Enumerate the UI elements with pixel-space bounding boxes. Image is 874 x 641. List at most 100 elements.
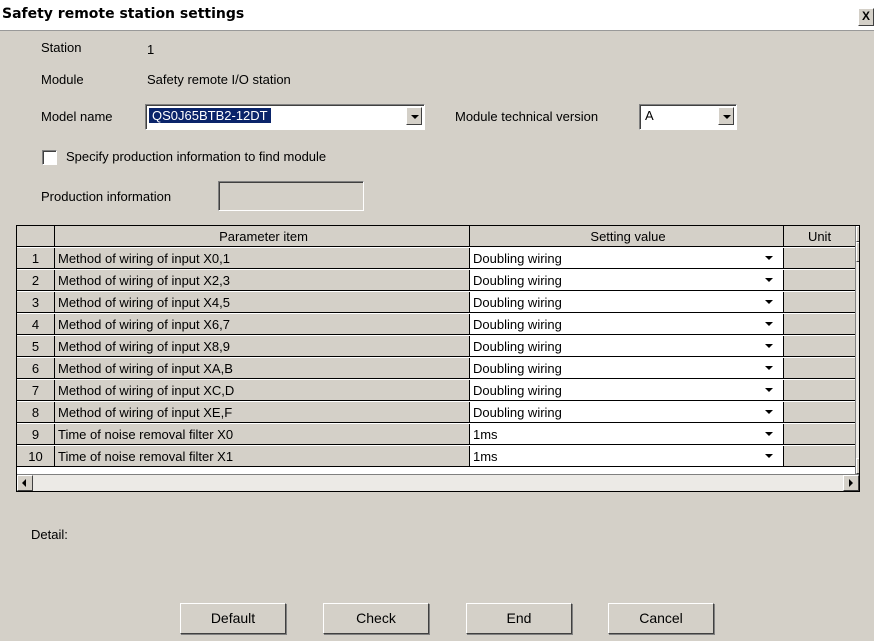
row-setting-dropdown[interactable]: Doubling wiring — [470, 380, 784, 401]
row-setting-dropdown[interactable]: Doubling wiring — [470, 270, 784, 291]
chevron-down-icon[interactable] — [761, 446, 777, 466]
row-setting-value: Doubling wiring — [473, 251, 562, 266]
row-parameter-item: Time of noise removal filter X0 — [55, 424, 470, 445]
chevron-down-icon[interactable] — [406, 107, 422, 125]
module-value: Safety remote I/O station — [147, 72, 291, 87]
row-number: 4 — [17, 314, 55, 335]
scroll-up-icon[interactable] — [856, 226, 859, 242]
chevron-down-icon[interactable] — [761, 336, 777, 356]
row-setting-value: Doubling wiring — [473, 405, 562, 420]
row-parameter-item: Method of wiring of input X4,5 — [55, 292, 470, 313]
close-icon[interactable]: X — [858, 8, 874, 26]
specify-production-checkbox[interactable] — [42, 150, 57, 165]
row-parameter-item: Method of wiring of input X2,3 — [55, 270, 470, 291]
detail-label: Detail: — [31, 527, 68, 542]
table-row[interactable]: 1 Method of wiring of input X0,1 Doublin… — [17, 248, 859, 270]
table-header: Parameter item Setting value Unit — [17, 226, 859, 248]
row-setting-dropdown[interactable]: Doubling wiring — [470, 402, 784, 423]
tech-version-label: Module technical version — [455, 109, 599, 124]
production-info-label: Production information — [41, 189, 172, 204]
row-unit — [784, 248, 856, 269]
table-row[interactable]: 2 Method of wiring of input X2,3 Doublin… — [17, 270, 859, 292]
row-setting-dropdown[interactable]: Doubling wiring — [470, 358, 784, 379]
model-name-dropdown[interactable]: QS0J65BTB2-12DT — [145, 104, 425, 130]
header-unit: Unit — [784, 226, 856, 247]
row-unit — [784, 336, 856, 357]
row-number: 8 — [17, 402, 55, 423]
check-button[interactable]: Check — [323, 603, 429, 634]
row-setting-dropdown[interactable]: Doubling wiring — [470, 292, 784, 313]
default-button[interactable]: Default — [180, 603, 286, 634]
chevron-down-icon[interactable] — [761, 380, 777, 400]
row-unit — [784, 424, 856, 445]
model-name-label: Model name — [41, 109, 113, 124]
row-unit — [784, 270, 856, 291]
scroll-right-icon[interactable] — [843, 475, 859, 491]
row-unit — [784, 446, 856, 467]
row-setting-value: 1ms — [473, 427, 498, 442]
table-row[interactable]: 3 Method of wiring of input X4,5 Doublin… — [17, 292, 859, 314]
row-parameter-item: Method of wiring of input XE,F — [55, 402, 470, 423]
row-setting-dropdown[interactable]: Doubling wiring — [470, 314, 784, 335]
table-row[interactable]: 7 Method of wiring of input XC,D Doublin… — [17, 380, 859, 402]
station-label: Station — [41, 40, 82, 55]
row-number: 1 — [17, 248, 55, 269]
row-parameter-item: Time of noise removal filter X1 — [55, 446, 470, 467]
row-number: 2 — [17, 270, 55, 291]
row-unit — [784, 358, 856, 379]
chevron-down-icon[interactable] — [761, 402, 777, 422]
row-setting-dropdown[interactable]: 1ms — [470, 446, 784, 467]
row-setting-value: Doubling wiring — [473, 317, 562, 332]
vertical-scroll-thumb[interactable] — [856, 242, 859, 262]
vertical-scrollbar[interactable] — [855, 226, 859, 476]
row-parameter-item: Method of wiring of input X8,9 — [55, 336, 470, 357]
row-setting-value: 1ms — [473, 449, 498, 464]
row-unit — [784, 314, 856, 335]
module-label: Module — [41, 72, 84, 87]
horizontal-scrollbar[interactable] — [17, 474, 859, 491]
chevron-down-icon[interactable] — [761, 424, 777, 444]
row-parameter-item: Method of wiring of input X6,7 — [55, 314, 470, 335]
row-number: 10 — [17, 446, 55, 467]
title-bar: Safety remote station settings X — [0, 0, 874, 31]
scroll-down-icon[interactable] — [856, 458, 859, 474]
chevron-down-icon[interactable] — [761, 270, 777, 290]
table-row[interactable]: 9 Time of noise removal filter X0 1ms — [17, 424, 859, 446]
parameter-table: Parameter item Setting value Unit 1 Meth… — [16, 225, 860, 492]
row-setting-dropdown[interactable]: Doubling wiring — [470, 336, 784, 357]
row-parameter-item: Method of wiring of input XA,B — [55, 358, 470, 379]
end-button[interactable]: End — [466, 603, 572, 634]
tech-version-value: A — [645, 108, 654, 123]
row-setting-value: Doubling wiring — [473, 361, 562, 376]
header-parameter-item: Parameter item — [55, 226, 470, 247]
row-setting-dropdown[interactable]: 1ms — [470, 424, 784, 445]
table-row[interactable]: 10 Time of noise removal filter X1 1ms — [17, 446, 859, 468]
specify-production-label: Specify production information to find m… — [66, 149, 327, 164]
row-setting-value: Doubling wiring — [473, 273, 562, 288]
station-value: 1 — [147, 42, 155, 57]
tech-version-dropdown[interactable]: A — [639, 104, 737, 130]
table-row[interactable]: 6 Method of wiring of input XA,B Doublin… — [17, 358, 859, 380]
row-number: 5 — [17, 336, 55, 357]
chevron-down-icon[interactable] — [718, 107, 734, 125]
table-row[interactable]: 8 Method of wiring of input XE,F Doublin… — [17, 402, 859, 424]
table-row[interactable]: 4 Method of wiring of input X6,7 Doublin… — [17, 314, 859, 336]
chevron-down-icon[interactable] — [761, 358, 777, 378]
cancel-button[interactable]: Cancel — [608, 603, 714, 634]
row-setting-dropdown[interactable]: Doubling wiring — [470, 248, 784, 269]
header-number — [17, 226, 55, 247]
chevron-down-icon[interactable] — [761, 314, 777, 334]
table-row[interactable]: 5 Method of wiring of input X8,9 Doublin… — [17, 336, 859, 358]
chevron-down-icon[interactable] — [761, 292, 777, 312]
row-unit — [784, 380, 856, 401]
row-parameter-item: Method of wiring of input XC,D — [55, 380, 470, 401]
row-setting-value: Doubling wiring — [473, 295, 562, 310]
row-number: 3 — [17, 292, 55, 313]
row-unit — [784, 402, 856, 423]
row-number: 9 — [17, 424, 55, 445]
production-info-input[interactable] — [218, 181, 364, 211]
scroll-left-icon[interactable] — [17, 475, 33, 491]
row-number: 6 — [17, 358, 55, 379]
chevron-down-icon[interactable] — [761, 248, 777, 268]
row-setting-value: Doubling wiring — [473, 339, 562, 354]
